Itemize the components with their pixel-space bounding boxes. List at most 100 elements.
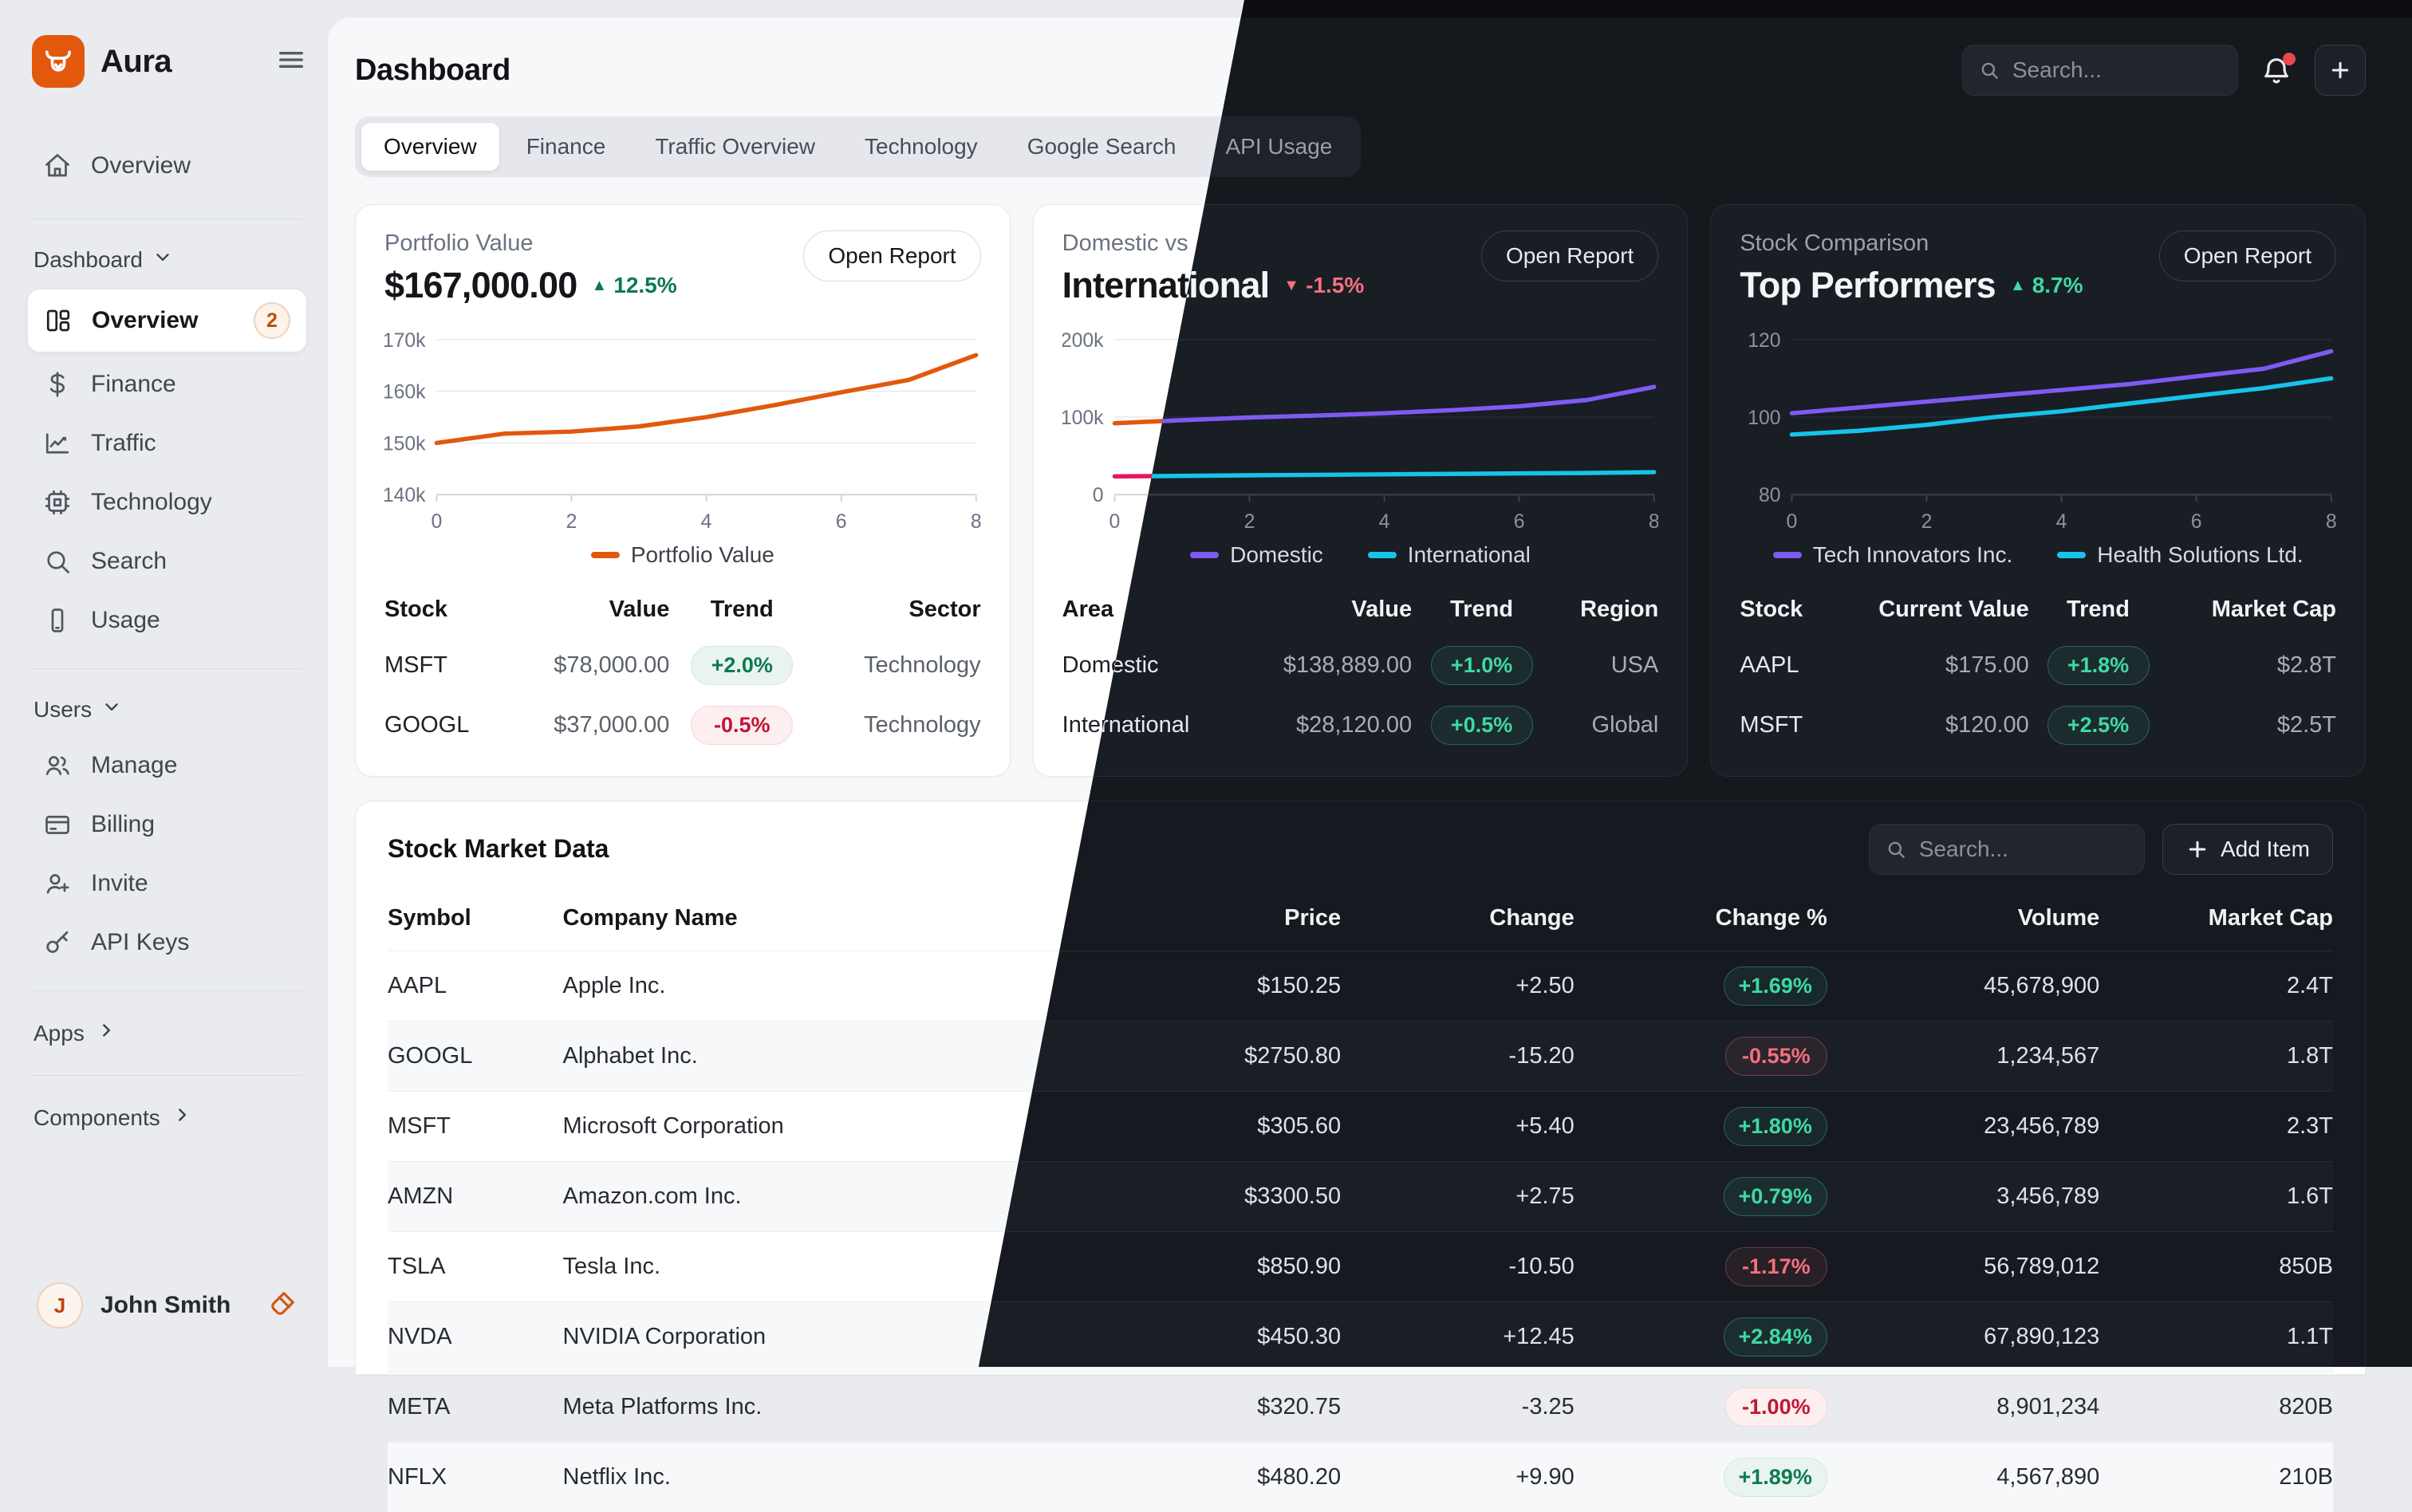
add-item-label: Add Item — [2221, 837, 2310, 862]
sidebar-item-label: Technology — [91, 489, 291, 516]
tab-technology[interactable]: Technology — [842, 123, 1000, 171]
open-report-button[interactable]: Open Report — [803, 230, 980, 282]
cell: AAPL — [388, 951, 563, 1021]
sidebar-item-usage[interactable]: Usage — [27, 593, 307, 648]
sidebar-item-overview-home[interactable]: Overview — [27, 139, 307, 193]
trend-pill: +1.8% — [2047, 646, 2150, 685]
cell: 820B — [2099, 1372, 2333, 1442]
cell: $450.30 — [1088, 1301, 1341, 1372]
cell: +0.5% — [1412, 695, 1551, 755]
table-row: GOOGL$37,000.00-0.5%Technology — [384, 695, 981, 755]
tab-traffic-overview[interactable]: Traffic Overview — [633, 123, 838, 171]
dollar-icon — [43, 370, 72, 399]
sidebar-item-label: Overview — [91, 152, 291, 179]
card-icon — [43, 810, 72, 839]
cell: 8,901,234 — [1827, 1372, 2099, 1442]
cell: $3300.50 — [1088, 1161, 1341, 1231]
cell: Apple Inc. — [563, 951, 1089, 1021]
tab-finance[interactable]: Finance — [504, 123, 629, 171]
cell: 56,789,012 — [1827, 1231, 2099, 1301]
add-new-button[interactable] — [2315, 45, 2366, 96]
chart-legend: Domestic International — [1062, 542, 1659, 568]
svg-text:2: 2 — [566, 511, 577, 533]
global-search[interactable] — [1962, 45, 2238, 96]
tab-api-usage[interactable]: API Usage — [1203, 123, 1354, 171]
sidebar-item-traffic[interactable]: Traffic — [27, 416, 307, 471]
card-heading: $167,000.00 — [384, 265, 577, 306]
global-search-input[interactable] — [2012, 57, 2221, 83]
cell: +12.45 — [1341, 1301, 1574, 1372]
sidebar-item-technology[interactable]: Technology — [27, 475, 307, 530]
sidebar-item-invite[interactable]: Invite — [27, 856, 307, 911]
sidebar-link-components[interactable]: Components — [27, 1097, 307, 1139]
cell: -0.5% — [669, 695, 814, 755]
sidebar-divider — [32, 1075, 302, 1076]
sidebar-item-finance[interactable]: Finance — [27, 357, 307, 411]
notifications-button[interactable] — [2260, 54, 2292, 86]
svg-text:8: 8 — [1648, 511, 1658, 533]
cell: Technology — [814, 695, 980, 755]
sidebar-item-api-keys[interactable]: API Keys — [27, 915, 307, 970]
table-row: Domestic$138,889.00+1.0%USA — [1062, 636, 1659, 695]
column-header: Market Cap — [2167, 589, 2336, 636]
cell: $120.00 — [1825, 695, 2028, 755]
column-header: Symbol — [388, 889, 563, 951]
page-title: Dashboard — [355, 53, 510, 88]
chevron-right-icon — [171, 1104, 192, 1131]
sidebar: Aura Overview Dashboard Overview2 Financ… — [0, 0, 328, 1367]
sidebar-section-users[interactable]: Users — [27, 690, 307, 734]
column-header: Change — [1341, 889, 1574, 951]
legend-item: Domestic — [1190, 542, 1323, 568]
legend-label: International — [1408, 542, 1531, 568]
cell: 4,567,890 — [1827, 1442, 2099, 1512]
column-header: Change % — [1574, 889, 1827, 951]
svg-text:0: 0 — [1092, 485, 1103, 506]
cell: $28,120.00 — [1236, 695, 1412, 755]
sidebar-item-search[interactable]: Search — [27, 534, 307, 589]
add-item-button[interactable]: Add Item — [2162, 824, 2333, 875]
phone-icon — [43, 606, 72, 635]
column-header: Market Cap — [2099, 889, 2333, 951]
table-row: AAPL$175.00+1.8%$2.8T — [1740, 636, 2336, 695]
sidebar-section-dashboard[interactable]: Dashboard — [27, 240, 307, 284]
trend-pill: -0.55% — [1725, 1037, 1827, 1076]
cell: MSFT — [384, 636, 505, 695]
cell: MSFT — [388, 1091, 563, 1161]
dashboard-tabs: OverviewFinanceTraffic OverviewTechnolog… — [355, 116, 1361, 177]
open-report-button[interactable]: Open Report — [2159, 230, 2336, 282]
column-header: Value — [505, 589, 669, 636]
card-portfolio-value: Portfolio Value $167,000.00 12.5% Open R… — [355, 204, 1011, 777]
sidebar-sections: Dashboard Overview2 Finance Traffic Tech… — [27, 240, 307, 1139]
cell: Netflix Inc. — [563, 1442, 1089, 1512]
sidebar-item-label: Manage — [91, 752, 291, 779]
svg-text:6: 6 — [1513, 511, 1524, 533]
sidebar-item-manage[interactable]: Manage — [27, 738, 307, 793]
grid-icon — [44, 306, 73, 335]
theme-paintbrush-icon[interactable] — [267, 1289, 298, 1323]
table-row: MSFT$120.00+2.5%$2.5T — [1740, 695, 2336, 755]
home-icon — [43, 152, 72, 180]
cell: Technology — [814, 636, 980, 695]
plus-icon — [2185, 837, 2209, 861]
series-line-portfolio-value — [436, 355, 975, 443]
cell: $2750.80 — [1088, 1021, 1341, 1091]
tab-overview[interactable]: Overview — [361, 123, 499, 171]
cell: +2.84% — [1574, 1301, 1827, 1372]
hamburger-menu-icon[interactable] — [275, 44, 307, 80]
tab-google-search[interactable]: Google Search — [1005, 123, 1199, 171]
legend-label: Health Solutions Ltd. — [2097, 542, 2303, 568]
legend-label: Domestic — [1230, 542, 1323, 568]
table-row: MSFT$78,000.00+2.0%Technology — [384, 636, 981, 695]
table-search[interactable] — [1869, 824, 2145, 875]
chevron-down-icon — [152, 246, 173, 273]
cell: $320.75 — [1088, 1372, 1341, 1442]
sidebar-item-overview[interactable]: Overview2 — [27, 289, 307, 352]
user-profile[interactable]: J John Smith — [27, 1276, 307, 1335]
cell: 210B — [2099, 1442, 2333, 1512]
table-search-input[interactable] — [1919, 837, 2128, 862]
legend-item: Health Solutions Ltd. — [2057, 542, 2303, 568]
legend-item: Portfolio Value — [591, 542, 774, 568]
sidebar-item-billing[interactable]: Billing — [27, 797, 307, 852]
open-report-button[interactable]: Open Report — [1481, 230, 1658, 282]
sidebar-link-apps[interactable]: Apps — [27, 1012, 307, 1054]
